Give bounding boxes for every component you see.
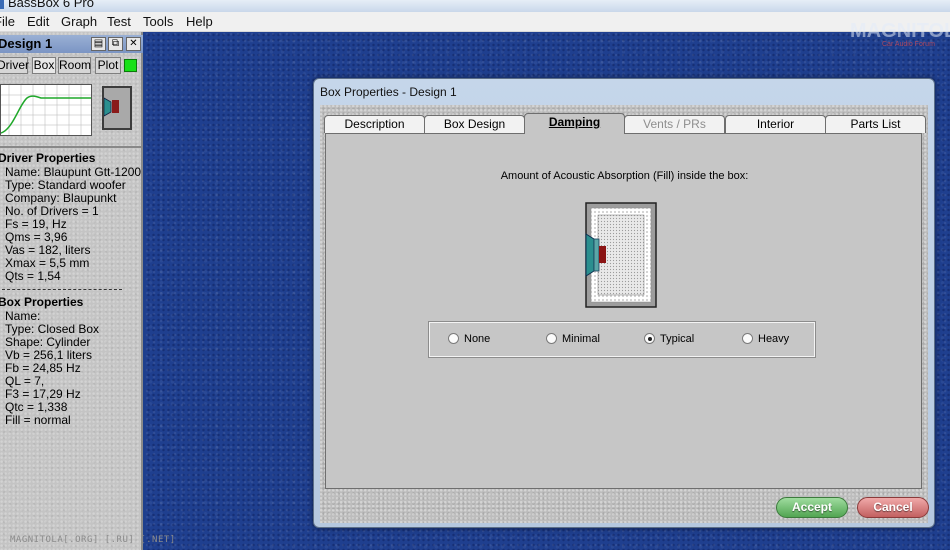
driver-qts: Qts = 1,54 — [5, 269, 61, 283]
box-shape: Shape: Cylinder — [5, 335, 91, 349]
tab-driver[interactable]: Driver — [0, 57, 29, 74]
panel-tabs: Driver Box Room Plot — [0, 57, 143, 75]
watermark-text: MAGNITOLA[.ORG] [.RU] [.NET] — [10, 535, 176, 545]
tab-parts-list[interactable]: Parts List — [825, 115, 926, 133]
fill-options-group: None Minimal Typical Heavy — [428, 321, 816, 358]
radio-heavy[interactable]: Heavy — [742, 333, 789, 347]
copy-icon[interactable]: ⧉ — [108, 37, 123, 51]
box-properties-dialog: Box Properties - Design 1 Description Bo… — [313, 78, 935, 528]
box-name: Name: — [5, 309, 41, 323]
plot-status-indicator[interactable] — [124, 59, 137, 72]
radio-heavy-circle[interactable] — [742, 333, 753, 344]
box-ql: QL = 7, — [5, 374, 45, 388]
dialog-title: Box Properties - Design 1 — [320, 85, 457, 99]
driver-fs: Fs = 19, Hz — [5, 217, 67, 231]
response-curve-icon — [0, 85, 91, 135]
radio-minimal[interactable]: Minimal — [546, 333, 600, 347]
design-title: Design 1 — [0, 36, 53, 51]
radio-typical-circle[interactable] — [644, 333, 655, 344]
tab-vents-prs: Vents / PRs — [624, 115, 725, 133]
tab-damping[interactable]: Damping — [524, 113, 625, 134]
box-vb: Vb = 256,1 liters — [5, 348, 93, 362]
radio-none-label: None — [464, 333, 491, 345]
radio-none-circle[interactable] — [448, 333, 459, 344]
driver-vas: Vas = 182, liters — [5, 243, 91, 257]
magnitola-logo-subtitle: Car Audio Forum — [882, 41, 935, 48]
driver-type: Type: Standard woofer — [5, 178, 126, 192]
box-type: Type: Closed Box — [5, 322, 100, 336]
menu-graph[interactable]: Graph — [61, 14, 97, 29]
driver-count: No. of Drivers = 1 — [5, 204, 99, 218]
box-qtc: Qtc = 1,338 — [5, 400, 68, 414]
tab-room[interactable]: Room — [58, 57, 91, 74]
driver-properties-title: Driver Properties — [0, 151, 96, 165]
driver-name: Name: Blaupunt Gtt-1200 — [5, 165, 142, 179]
panel-divider — [0, 146, 143, 148]
enclosure-icon[interactable] — [102, 86, 132, 130]
radio-heavy-label: Heavy — [758, 333, 790, 345]
box-f3: F3 = 17,29 Hz — [5, 387, 81, 401]
design-header: Design 1 ▤ ⧉ ✕ — [0, 35, 143, 53]
design-panel: Design 1 ▤ ⧉ ✕ Driver Box Room Plot Driv… — [0, 32, 143, 550]
title-bar: BassBox 6 Pro — [0, 0, 950, 12]
dialog-body: Description Box Design Damping Vents / P… — [320, 105, 929, 523]
tab-box-design[interactable]: Box Design — [424, 115, 525, 133]
menu-edit[interactable]: Edit — [27, 14, 49, 29]
app-icon — [0, 0, 4, 9]
fill-amount-label: Amount of Acoustic Absorption (Fill) ins… — [500, 170, 749, 182]
close-icon[interactable]: ✕ — [126, 37, 141, 51]
box-fb: Fb = 24,85 Hz — [5, 361, 81, 375]
radio-typical-label: Typical — [660, 333, 695, 345]
box-properties-title: Box Properties — [0, 295, 84, 309]
radio-minimal-circle[interactable] — [546, 333, 557, 344]
damping-tab-panel: Amount of Acoustic Absorption (Fill) ins… — [325, 133, 922, 489]
tab-box[interactable]: Box — [32, 57, 56, 74]
menu-test[interactable]: Test — [107, 14, 131, 29]
tab-plot[interactable]: Plot — [95, 57, 121, 74]
magnitola-logo: MAGNITOLA — [850, 20, 950, 42]
panel-dashed-divider — [2, 289, 122, 290]
box-fill: Fill = normal — [5, 413, 71, 427]
driver-company: Company: Blaupunkt — [5, 191, 117, 205]
cancel-button[interactable]: Cancel — [857, 497, 929, 518]
radio-typical[interactable]: Typical — [644, 333, 694, 347]
menu-file[interactable]: File — [0, 14, 15, 29]
radio-minimal-label: Minimal — [562, 333, 600, 345]
tab-interior[interactable]: Interior — [725, 115, 826, 133]
box-fill-illustration — [585, 202, 657, 308]
accept-button[interactable]: Accept — [776, 497, 848, 518]
response-graph-thumbnail[interactable] — [0, 84, 92, 136]
window-title: BassBox 6 Pro — [8, 0, 94, 10]
menu-help[interactable]: Help — [186, 14, 213, 29]
tab-description[interactable]: Description — [324, 115, 425, 133]
menu-tools[interactable]: Tools — [143, 14, 173, 29]
driver-qms: Qms = 3,96 — [5, 230, 68, 244]
save-icon[interactable]: ▤ — [91, 37, 106, 51]
driver-xmax: Xmax = 5,5 mm — [5, 256, 90, 270]
radio-none[interactable]: None — [448, 333, 490, 347]
menu-bar: File Edit Graph Test Tools Help — [0, 12, 950, 32]
